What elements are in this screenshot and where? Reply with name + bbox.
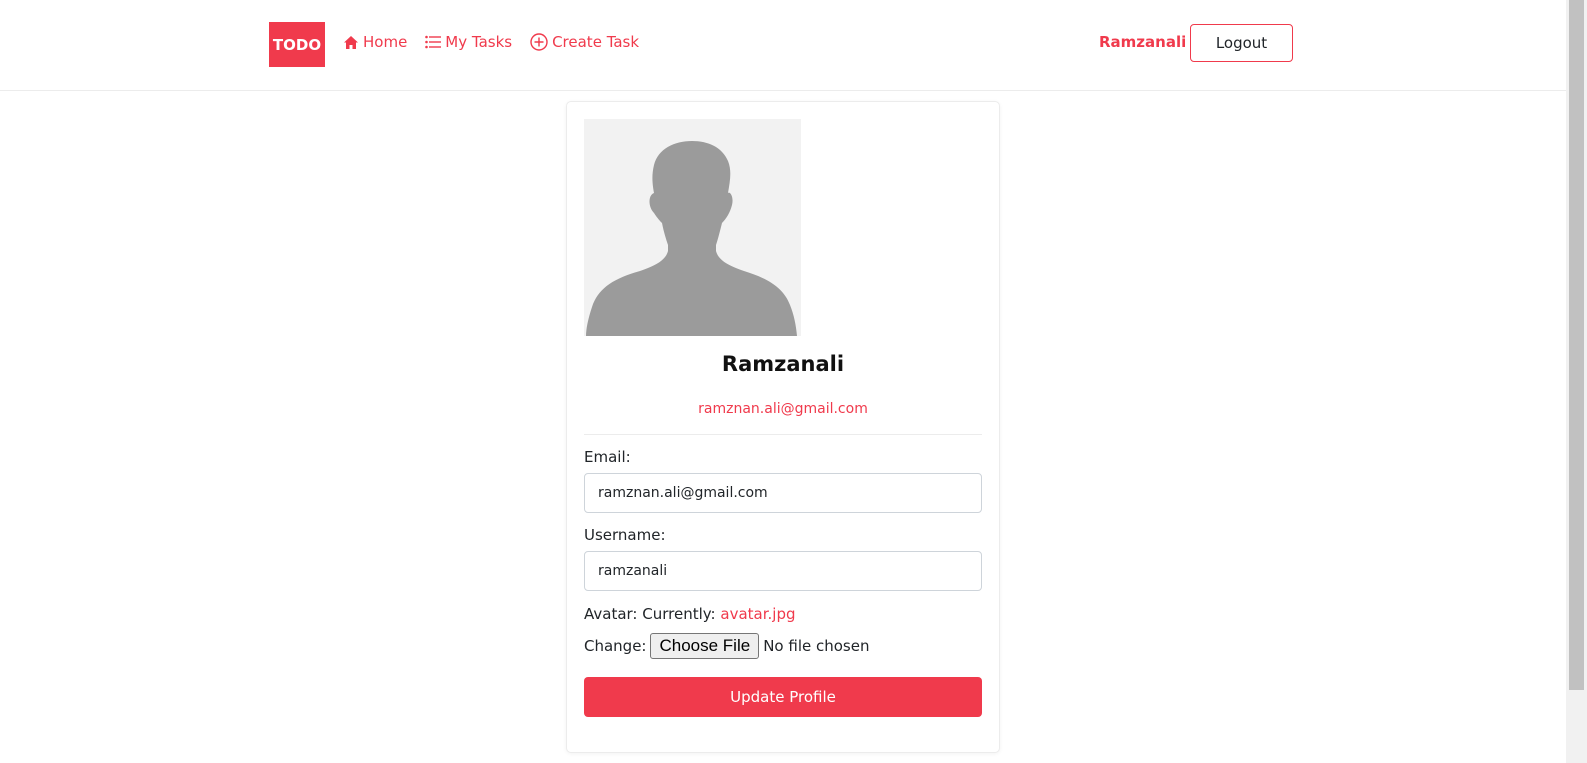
email-field[interactable]	[584, 473, 982, 513]
avatar-silhouette-icon	[584, 119, 801, 336]
current-user-link[interactable]: Ramzanali	[1099, 33, 1186, 51]
profile-name: Ramzanali	[721, 352, 845, 376]
nav-link-label: Home	[363, 33, 408, 51]
brand-logo[interactable]: TODO	[269, 22, 325, 67]
profile-email-link[interactable]: ramznan.ali@gmail.com	[567, 401, 999, 417]
file-status-text: No file chosen	[763, 637, 870, 655]
avatar	[584, 119, 801, 336]
list-icon	[425, 35, 442, 49]
nav-link-home[interactable]: Home	[343, 33, 407, 51]
avatar-label: Avatar: Currently:	[584, 605, 716, 623]
avatar-change-row: Change: Choose File No file chosen	[584, 633, 869, 659]
scrollbar-thumb[interactable]	[1569, 0, 1584, 690]
nav-link-label: My Tasks	[445, 33, 513, 51]
scrollbar[interactable]	[1566, 0, 1587, 763]
nav-link-label: Create Task	[552, 33, 640, 51]
nav-link-create-task[interactable]: Create Task	[530, 33, 639, 51]
avatar-file-link[interactable]: avatar.jpg	[720, 605, 795, 623]
update-profile-button[interactable]: Update Profile	[584, 677, 982, 717]
change-label: Change:	[584, 637, 647, 655]
logout-button[interactable]: Logout	[1190, 24, 1293, 62]
choose-file-button[interactable]: Choose File	[650, 633, 760, 659]
divider	[584, 434, 982, 435]
username-field[interactable]	[584, 551, 982, 591]
nav-link-my-tasks[interactable]: My Tasks	[425, 33, 512, 51]
avatar-current-row: Avatar: Currently: avatar.jpg	[584, 605, 796, 623]
home-icon	[343, 35, 359, 50]
profile-card: Ramzanali ramznan.ali@gmail.com Email: U…	[566, 101, 1000, 753]
navbar: TODO Home My Tasks Create Task Ramzanali…	[0, 0, 1566, 91]
username-label: Username:	[584, 526, 666, 544]
nav-links: Home My Tasks Create Task	[343, 33, 639, 51]
email-label: Email:	[584, 448, 631, 466]
plus-circle-icon	[530, 33, 548, 51]
